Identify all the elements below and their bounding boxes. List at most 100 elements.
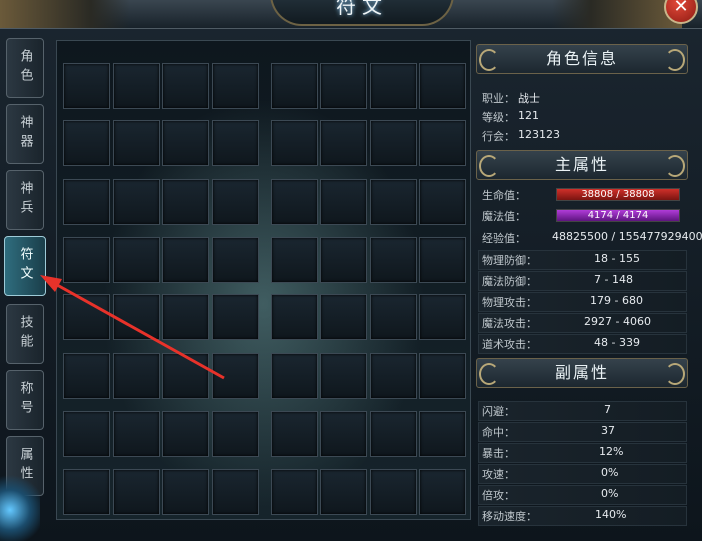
rune-slot[interactable]: [162, 294, 209, 340]
class-value: 战士: [518, 92, 540, 105]
rune-slot[interactable]: [162, 237, 209, 283]
tab-rune[interactable]: 符文: [4, 236, 46, 296]
sub-attrs-title: 副属性: [554, 363, 609, 382]
multi-atk-label: 倍攻：: [482, 489, 515, 502]
rune-slot[interactable]: [320, 411, 367, 457]
mag-atk-label: 魔法攻击：: [482, 317, 537, 330]
rune-slot[interactable]: [271, 353, 318, 399]
rune-slot[interactable]: [162, 353, 209, 399]
rune-slot[interactable]: [113, 294, 160, 340]
rune-slot[interactable]: [320, 63, 367, 109]
dodge-value: 7: [604, 403, 611, 416]
rune-slot[interactable]: [162, 63, 209, 109]
rune-slot[interactable]: [271, 469, 318, 515]
sub-attrs-header: 副属性: [476, 358, 688, 388]
exp-value: 48825500 / 155477929400: [552, 230, 702, 243]
rune-slot[interactable]: [113, 411, 160, 457]
tab-divine-weapon[interactable]: 神兵: [6, 170, 44, 230]
rune-slot[interactable]: [113, 237, 160, 283]
rune-slot[interactable]: [271, 411, 318, 457]
rune-slot[interactable]: [162, 411, 209, 457]
rune-slot[interactable]: [271, 294, 318, 340]
hp-bar: 38808 / 38808: [556, 188, 680, 201]
phys-def-label: 物理防御：: [482, 254, 537, 267]
rune-slot[interactable]: [320, 120, 367, 166]
mp-label: 魔法值：: [482, 210, 526, 223]
rune-slot[interactable]: [113, 179, 160, 225]
rune-slot[interactable]: [370, 237, 417, 283]
exp-label: 经验值：: [482, 232, 526, 245]
rune-slot[interactable]: [419, 63, 466, 109]
tab-artifact[interactable]: 神器: [6, 104, 44, 164]
info-panel: 角色信息 职业： 战士 等级： 121 行会： 123123 主属性 生命值： …: [474, 40, 702, 530]
rune-slot[interactable]: [419, 469, 466, 515]
level-label: 等级：: [482, 111, 515, 124]
rune-slot[interactable]: [320, 237, 367, 283]
crit-label: 暴击：: [482, 447, 515, 460]
rune-slot[interactable]: [370, 120, 417, 166]
hp-label: 生命值：: [482, 189, 526, 202]
rune-slot[interactable]: [320, 294, 367, 340]
tab-title[interactable]: 称号: [6, 370, 44, 430]
rune-slot[interactable]: [63, 469, 110, 515]
rune-slot[interactable]: [63, 353, 110, 399]
rune-slot[interactable]: [212, 469, 259, 515]
rune-slot[interactable]: [419, 179, 466, 225]
rune-slot[interactable]: [419, 294, 466, 340]
rune-slot[interactable]: [212, 237, 259, 283]
rune-slot[interactable]: [63, 63, 110, 109]
rune-slot[interactable]: [419, 353, 466, 399]
class-label: 职业：: [482, 92, 515, 105]
rune-slot[interactable]: [212, 353, 259, 399]
rune-slot[interactable]: [113, 353, 160, 399]
rune-slot[interactable]: [63, 237, 110, 283]
rune-grid: [56, 40, 471, 520]
rune-slot[interactable]: [113, 63, 160, 109]
window-title: 符文: [270, 0, 454, 26]
rune-slot[interactable]: [320, 179, 367, 225]
guild-value: 123123: [518, 128, 560, 141]
rune-slot[interactable]: [370, 411, 417, 457]
rune-slot[interactable]: [370, 353, 417, 399]
rune-slot[interactable]: [162, 120, 209, 166]
rune-slot[interactable]: [271, 237, 318, 283]
rune-slot[interactable]: [370, 63, 417, 109]
rune-slot[interactable]: [370, 469, 417, 515]
rune-slot[interactable]: [271, 179, 318, 225]
ornament-icon: [479, 49, 499, 71]
rune-slot[interactable]: [212, 120, 259, 166]
rune-slot[interactable]: [63, 179, 110, 225]
rune-slot[interactable]: [63, 120, 110, 166]
rune-slot[interactable]: [271, 63, 318, 109]
title-ornament-right: [552, 0, 682, 28]
tab-character[interactable]: 角色: [6, 38, 44, 98]
rune-slot[interactable]: [320, 469, 367, 515]
rune-slot[interactable]: [162, 469, 209, 515]
phys-atk-label: 物理攻击：: [482, 296, 537, 309]
rune-slot[interactable]: [113, 120, 160, 166]
rune-slot[interactable]: [271, 120, 318, 166]
character-info-header: 角色信息: [476, 44, 688, 74]
rune-slot[interactable]: [63, 294, 110, 340]
guild-label: 行会：: [482, 130, 515, 143]
rune-slot[interactable]: [370, 294, 417, 340]
rune-slot[interactable]: [370, 179, 417, 225]
rune-slot[interactable]: [212, 294, 259, 340]
main-attrs-header: 主属性: [476, 150, 688, 180]
rune-slot[interactable]: [419, 120, 466, 166]
move-speed-value: 140%: [595, 508, 627, 521]
window-frame: 符文 ✕ 角色 神器 神兵 符文 技能 称号 属性 角色信息 职业： 战士 等级…: [0, 0, 702, 541]
rune-slot[interactable]: [212, 179, 259, 225]
tab-skill[interactable]: 技能: [6, 304, 44, 364]
level-value: 121: [518, 109, 539, 122]
rune-slot[interactable]: [419, 237, 466, 283]
rune-slot[interactable]: [63, 411, 110, 457]
rune-slot[interactable]: [162, 179, 209, 225]
rune-slot[interactable]: [212, 63, 259, 109]
rune-slot[interactable]: [419, 411, 466, 457]
tao-atk-value: 48 - 339: [594, 336, 640, 349]
rune-slot[interactable]: [320, 353, 367, 399]
rune-slot[interactable]: [113, 469, 160, 515]
rune-slot[interactable]: [212, 411, 259, 457]
mag-atk-value: 2927 - 4060: [584, 315, 651, 328]
